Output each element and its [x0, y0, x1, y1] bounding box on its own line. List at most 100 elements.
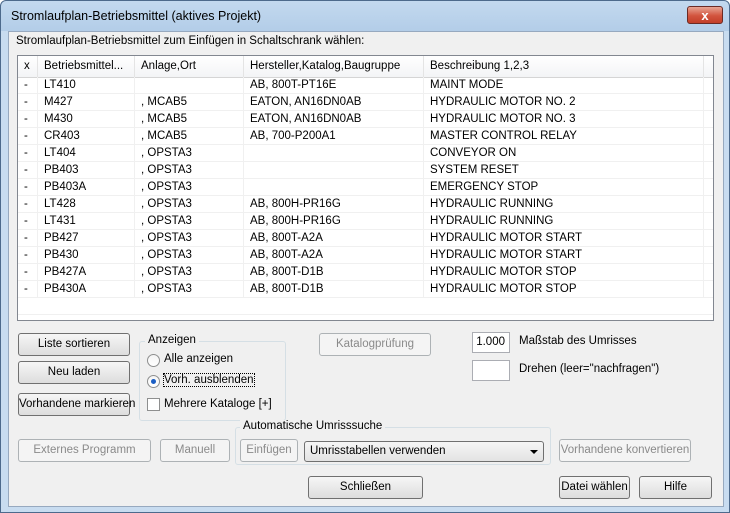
location-cell: , OPSTA3 — [135, 145, 244, 162]
title-bar: Stromlaufplan-Betriebsmittel (aktives Pr… — [1, 1, 729, 31]
table-row[interactable]: - LT431, OPSTA3 AB, 800H-PR16G HYDRAULIC RU… — [18, 213, 713, 230]
chevron-down-icon — [530, 450, 538, 454]
catalog-check-button[interactable]: Katalogprüfung — [319, 333, 431, 356]
tag-cell: PB403A — [38, 179, 135, 196]
choose-file-button[interactable]: Datei wählen — [559, 476, 630, 499]
multiple-catalogs-label: Mehrere Kataloge [+] — [164, 398, 272, 410]
tag-cell: LT431 — [38, 213, 135, 230]
insert-button[interactable]: Einfügen — [240, 439, 298, 462]
column-header-x[interactable]: x — [18, 56, 38, 77]
manufacturer-cell — [244, 145, 424, 162]
tag-cell: PB403 — [38, 162, 135, 179]
tag-cell: PB427 — [38, 230, 135, 247]
auto-outline-group-label: Automatische Umrisssuche — [240, 420, 386, 432]
table-row[interactable]: - PB427, OPSTA3 AB, 800T-A2A HYDRAULIC MOTO… — [18, 230, 713, 247]
row-marker: - — [18, 196, 38, 213]
table-row[interactable]: - PB430, OPSTA3 AB, 800T-A2A HYDRAULIC MOTO… — [18, 247, 713, 264]
description-cell: MAINT MODE — [424, 77, 704, 94]
manufacturer-cell: AB, 800T-A2A — [244, 230, 424, 247]
description-cell: HYDRAULIC MOTOR START — [424, 247, 704, 264]
window-title: Stromlaufplan-Betriebsmittel (aktives Pr… — [11, 9, 262, 23]
table-row[interactable]: - LT404, OPSTA3 CONVEYOR ON — [18, 145, 713, 162]
manufacturer-cell: AB, 800H-PR16G — [244, 196, 424, 213]
multiple-catalogs-checkbox[interactable] — [147, 398, 160, 411]
manufacturer-cell: EATON, AN16DN0AB — [244, 111, 424, 128]
manufacturer-cell: AB, 800T-PT16E — [244, 77, 424, 94]
sort-list-button[interactable]: Liste sortieren — [18, 333, 130, 356]
tag-cell: LT410 — [38, 77, 135, 94]
row-marker: - — [18, 128, 38, 145]
tag-cell: M430 — [38, 111, 135, 128]
row-marker: - — [18, 145, 38, 162]
manufacturer-cell — [244, 179, 424, 196]
description-cell: MASTER CONTROL RELAY — [424, 128, 704, 145]
component-list[interactable]: x Betriebsmittel... Anlage,Ort Herstelle… — [17, 55, 714, 321]
list-rows: - LT410 AB, 800T-PT16E MAINT MODE - M427, MCA… — [18, 77, 713, 315]
manufacturer-cell: AB, 800T-A2A — [244, 247, 424, 264]
close-button[interactable]: Schließen — [308, 476, 423, 499]
manufacturer-cell: AB, 800T-D1B — [244, 281, 424, 298]
table-row[interactable]: - LT410 AB, 800T-PT16E MAINT MODE — [18, 77, 713, 94]
description-cell: EMERGENCY STOP — [424, 179, 704, 196]
row-marker: - — [18, 111, 38, 128]
description-cell: HYDRAULIC MOTOR NO. 3 — [424, 111, 704, 128]
column-header-tag[interactable]: Betriebsmittel... — [38, 56, 135, 77]
description-cell: SYSTEM RESET — [424, 162, 704, 179]
row-marker: - — [18, 247, 38, 264]
help-button[interactable]: Hilfe — [639, 476, 712, 499]
description-cell: CONVEYOR ON — [424, 145, 704, 162]
location-cell: , OPSTA3 — [135, 196, 244, 213]
dialog-client-area: Stromlaufplan-Betriebsmittel zum Einfüge… — [8, 31, 724, 507]
table-row[interactable]: - M430, MCAB5 EATON, AN16DN0AB HYDRAULIC MO… — [18, 111, 713, 128]
row-marker: - — [18, 77, 38, 94]
table-row[interactable]: - PB427A, OPSTA3 AB, 800T-D1B HYDRAULIC MOT… — [18, 264, 713, 281]
close-window-button[interactable]: x — [687, 6, 723, 24]
location-cell — [135, 77, 244, 94]
scale-label: Maßstab des Umrisses — [519, 335, 637, 347]
hide-existing-radio[interactable] — [147, 375, 160, 388]
description-cell: HYDRAULIC MOTOR START — [424, 230, 704, 247]
table-row[interactable]: - CR403, MCAB5 AB, 700-P200A1 MASTER CONTRO… — [18, 128, 713, 145]
mark-existing-button[interactable]: Vorhandene markieren — [18, 393, 135, 416]
row-marker: - — [18, 230, 38, 247]
list-header: x Betriebsmittel... Anlage,Ort Herstelle… — [18, 56, 713, 78]
table-row[interactable]: - PB403A, OPSTA3 EMERGENCY STOP — [18, 179, 713, 196]
scale-input[interactable]: 1.000 — [472, 332, 510, 353]
column-header-description[interactable]: Beschreibung 1,2,3 — [424, 56, 704, 77]
outline-mode-select[interactable]: Umrisstabellen verwenden — [304, 441, 544, 462]
row-marker: - — [18, 94, 38, 111]
show-all-radio[interactable] — [147, 354, 160, 367]
tag-cell: PB427A — [38, 264, 135, 281]
manual-button[interactable]: Manuell — [160, 439, 230, 462]
empty-row — [18, 298, 713, 315]
tag-cell: M427 — [38, 94, 135, 111]
manufacturer-cell — [244, 162, 424, 179]
show-all-label: Alle anzeigen — [164, 353, 234, 365]
reload-button[interactable]: Neu laden — [18, 361, 130, 384]
column-header-location[interactable]: Anlage,Ort — [135, 56, 244, 77]
row-marker: - — [18, 162, 38, 179]
manufacturer-cell: AB, 800H-PR16G — [244, 213, 424, 230]
location-cell: , OPSTA3 — [135, 264, 244, 281]
manufacturer-cell: AB, 800T-D1B — [244, 264, 424, 281]
rotate-label: Drehen (leer="nachfragen") — [519, 363, 660, 375]
location-cell: , OPSTA3 — [135, 162, 244, 179]
list-caption: Stromlaufplan-Betriebsmittel zum Einfüge… — [16, 35, 365, 47]
convert-existing-button[interactable]: Vorhandene konvertieren — [559, 439, 691, 462]
location-cell: , MCAB5 — [135, 128, 244, 145]
tag-cell: PB430A — [38, 281, 135, 298]
table-row[interactable]: - M427, MCAB5 EATON, AN16DN0AB HYDRAULIC MO… — [18, 94, 713, 111]
table-row[interactable]: - PB403, OPSTA3 SYSTEM RESET — [18, 162, 713, 179]
table-row[interactable]: - LT428, OPSTA3 AB, 800H-PR16G HYDRAULIC RU… — [18, 196, 713, 213]
column-header-manufacturer[interactable]: Hersteller,Katalog,Baugruppe — [244, 56, 424, 77]
description-cell: HYDRAULIC RUNNING — [424, 196, 704, 213]
external-program-button[interactable]: Externes Programm — [18, 439, 151, 462]
display-group-label: Anzeigen — [145, 334, 199, 346]
manufacturer-cell: AB, 700-P200A1 — [244, 128, 424, 145]
rotate-input[interactable] — [472, 360, 510, 381]
tag-cell: PB430 — [38, 247, 135, 264]
description-cell: HYDRAULIC MOTOR STOP — [424, 281, 704, 298]
table-row[interactable]: - PB430A, OPSTA3 AB, 800T-D1B HYDRAULIC MOT… — [18, 281, 713, 298]
radio-selected-dot — [151, 379, 156, 384]
row-marker: - — [18, 281, 38, 298]
